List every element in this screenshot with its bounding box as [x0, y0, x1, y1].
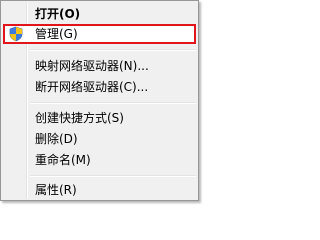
menu-item-open[interactable]: 打开(O): [3, 4, 196, 24]
menu-item-properties[interactable]: 属性(R): [3, 180, 196, 200]
menu-item-label: 断开网络驱动器(C)...: [35, 80, 149, 94]
menu-item-label: 管理(G): [35, 27, 78, 41]
menu-item-create-shortcut[interactable]: 创建快捷方式(S): [3, 108, 196, 128]
menu-separator: [30, 175, 196, 177]
menu-item-map-network-drive[interactable]: 映射网络驱动器(N)...: [3, 56, 196, 76]
menu-item-label: 删除(D): [35, 132, 78, 146]
menu-item-delete[interactable]: 删除(D): [3, 129, 196, 149]
menu-item-label: 属性(R): [35, 183, 77, 197]
menu-item-rename[interactable]: 重命名(M): [3, 150, 196, 170]
menu-item-manage[interactable]: 管理(G): [3, 24, 196, 44]
menu-item-label: 重命名(M): [35, 153, 91, 167]
context-menu: 打开(O) 管理(G) 映射网络驱动器(N)... 断开网络驱动器(C)... …: [0, 0, 199, 201]
menu-separator: [30, 49, 196, 51]
uac-shield-icon: [8, 26, 24, 42]
menu-item-label: 打开(O): [35, 7, 81, 21]
menu-item-label: 创建快捷方式(S): [35, 111, 124, 125]
menu-item-label: 映射网络驱动器(N)...: [35, 59, 149, 73]
menu-separator: [30, 102, 196, 104]
menu-item-disconnect-network-drive[interactable]: 断开网络驱动器(C)...: [3, 77, 196, 97]
